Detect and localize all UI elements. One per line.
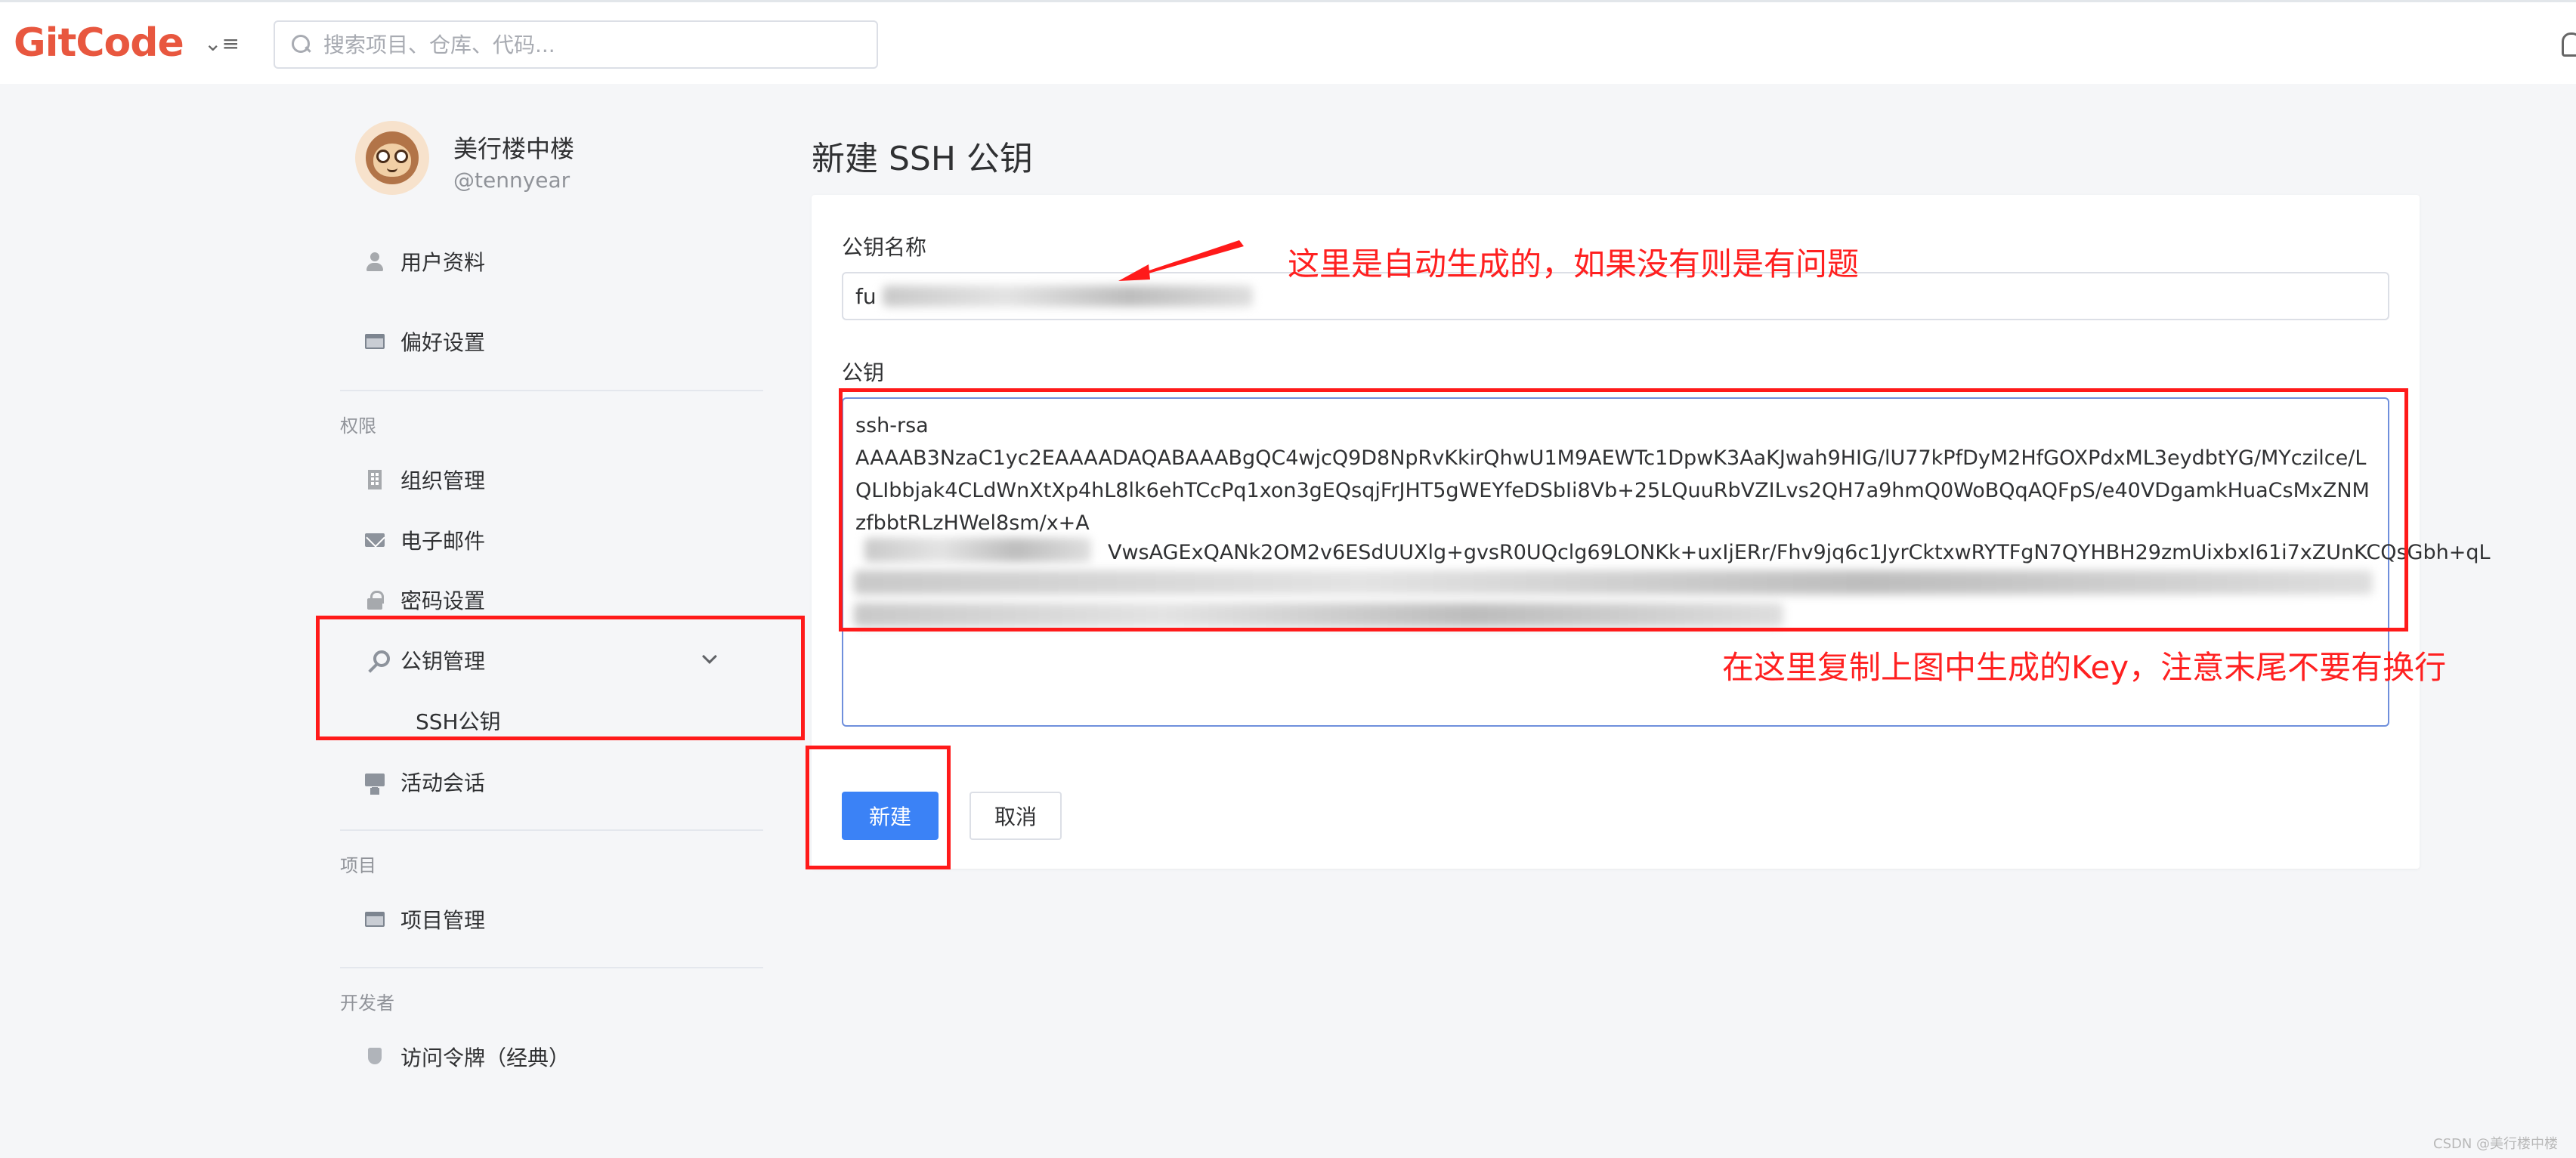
divider <box>340 829 763 831</box>
sidebar-item-preferences[interactable]: 偏好设置 <box>355 319 733 364</box>
building-icon <box>364 469 385 490</box>
avatar[interactable] <box>355 121 429 195</box>
section-title-developer: 开发者 <box>340 993 394 1014</box>
redacted-region <box>854 603 1783 627</box>
notification-icon[interactable] <box>2562 32 2576 57</box>
sidebar-item-label: 项目管理 <box>400 908 486 933</box>
search-icon <box>290 33 313 56</box>
sidebar-item-sessions[interactable]: 活动会话 <box>355 759 733 804</box>
sidebar-item-label: 公钥管理 <box>400 649 486 674</box>
key-name-label: 公钥名称 <box>842 235 927 260</box>
chevron-down-icon[interactable] <box>702 649 717 664</box>
sidebar-item-label: 电子邮件 <box>400 529 486 554</box>
search-box[interactable] <box>274 20 878 69</box>
monitor-icon <box>364 771 385 792</box>
public-key-line-3-tail: VwsAGExQANk2OM2v6ESdUUXlg+gvsR0UQclg69LO… <box>1108 541 2491 564</box>
sidebar-item-organizations[interactable]: 组织管理 <box>355 457 733 502</box>
sidebar-item-label: 访问令牌（经典） <box>400 1045 571 1070</box>
user-display-name: 美行楼中楼 <box>453 134 575 163</box>
sidebar-item-projects[interactable]: 项目管理 <box>355 897 733 942</box>
section-title-projects: 项目 <box>340 855 376 876</box>
user-profile: 美行楼中楼 @tennyear <box>355 121 733 196</box>
redacted-region <box>864 538 1091 562</box>
gitcode-logo[interactable]: GitCode <box>14 16 184 70</box>
annotation-name-note: 这里是自动生成的，如果没有则是有问题 <box>1288 245 1860 283</box>
create-button[interactable]: 新建 <box>842 792 939 840</box>
sidebar-item-keys[interactable]: 公钥管理 <box>355 638 733 683</box>
mail-icon <box>364 530 385 551</box>
divider <box>340 967 763 968</box>
sidebar-item-profile[interactable]: 用户资料 <box>355 239 733 284</box>
sidebar-item-label: 密码设置 <box>400 588 486 613</box>
watermark: CSDN @美行楼中楼 <box>2433 1136 2559 1152</box>
section-title-permissions: 权限 <box>340 415 376 437</box>
menu-toggle-icon[interactable]: ⌄≡ <box>204 31 240 57</box>
project-icon <box>364 909 385 930</box>
lock-icon <box>364 589 385 610</box>
shield-icon <box>364 1046 385 1067</box>
sidebar-item-label: 偏好设置 <box>400 330 486 355</box>
sidebar-item-access-tokens[interactable]: 访问令牌（经典） <box>355 1034 733 1079</box>
sidebar-item-password[interactable]: 密码设置 <box>355 577 733 622</box>
annotation-arrow <box>1118 240 1244 281</box>
sidebar-item-ssh-keys[interactable]: SSH公钥 <box>416 706 501 736</box>
sidebar-item-email[interactable]: 电子邮件 <box>355 517 733 563</box>
key-icon <box>364 650 390 671</box>
sidebar-item-label: 组织管理 <box>400 468 486 493</box>
sidebar-item-label: 活动会话 <box>400 770 486 795</box>
user-icon <box>364 251 385 272</box>
divider <box>340 390 763 391</box>
page-title: 新建 SSH 公钥 <box>812 140 1033 178</box>
card-icon <box>364 331 385 352</box>
new-ssh-key-form: 公钥名称 公钥 ssh-rsa AAAAB3NzaC1yc2EAAAADAQAB… <box>812 195 2491 869</box>
top-header: GitCode ⌄≡ <box>0 0 2576 84</box>
user-handle: @tennyear <box>453 168 571 193</box>
cancel-button[interactable]: 取消 <box>969 792 1062 840</box>
sidebar-item-label: 用户资料 <box>400 250 486 275</box>
redacted-region <box>883 286 1253 307</box>
search-input[interactable] <box>323 32 852 57</box>
public-key-label: 公钥 <box>842 360 885 385</box>
annotation-key-note: 在这里复制上图中生成的Key，注意末尾不要有换行 <box>1722 649 2447 686</box>
redacted-region <box>854 570 2373 594</box>
